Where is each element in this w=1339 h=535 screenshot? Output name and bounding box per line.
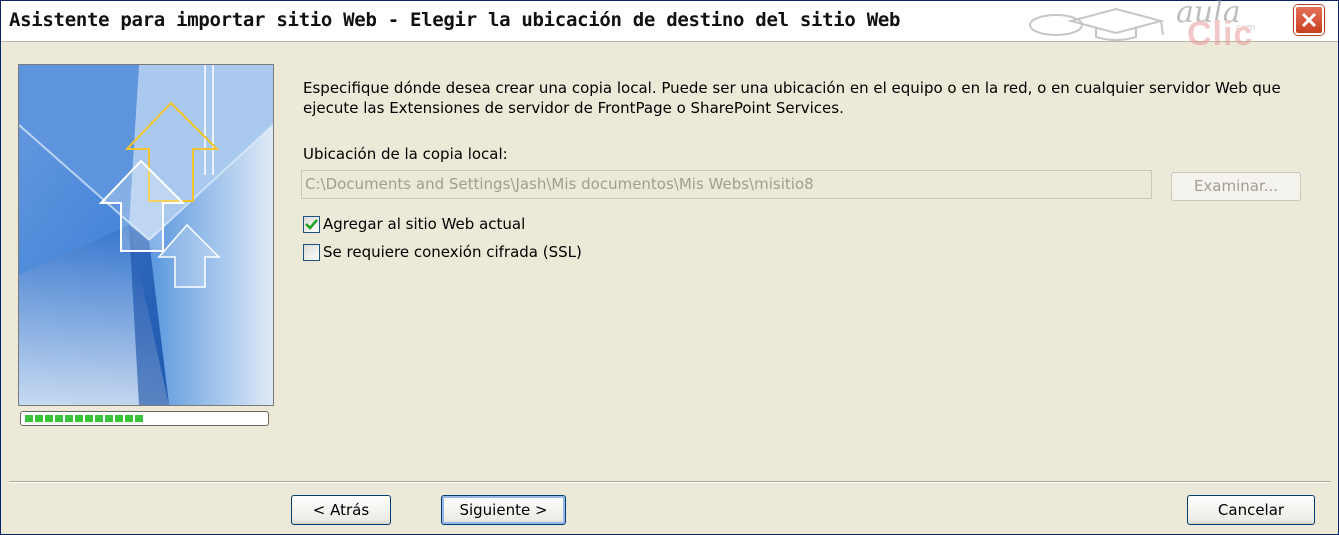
back-button[interactable]: < Atrás — [291, 495, 391, 525]
local-copy-location-input[interactable]: C:\Documents and Settings\Jash\Mis docum… — [301, 170, 1152, 199]
close-button[interactable] — [1294, 5, 1324, 35]
import-wizard-dialog: Asistente para importar sitio Web - Eleg… — [0, 0, 1339, 535]
add-to-current-site-label: Agregar al sitio Web actual — [323, 215, 526, 233]
window-title: Asistente para importar sitio Web - Eleg… — [9, 9, 901, 31]
location-label: Ubicación de la copia local: — [303, 145, 508, 163]
cancel-button[interactable]: Cancelar — [1187, 495, 1315, 525]
progress-fill — [25, 415, 145, 422]
checkmark-icon — [305, 218, 318, 230]
instructions-text: Especifique dónde desea crear una copia … — [303, 79, 1281, 117]
browse-button[interactable]: Examinar... — [1171, 172, 1301, 201]
require-ssl-label: Se requiere conexión cifrada (SSL) — [323, 243, 582, 261]
mouse-graduation-cap-icon — [1029, 7, 1165, 41]
next-button[interactable]: Siguiente > — [441, 495, 566, 525]
watermark-clic-text: Clic — [1187, 15, 1254, 53]
button-separator — [9, 481, 1331, 483]
wizard-progress-bar — [20, 411, 269, 426]
require-ssl-option[interactable]: Se requiere conexión cifrada (SSL) — [303, 242, 582, 262]
aulaclic-watermark-logo: aula com Clic — [1011, 0, 1276, 53]
add-to-current-site-checkbox[interactable] — [303, 215, 320, 233]
add-to-current-site-option[interactable]: Agregar al sitio Web actual — [303, 214, 525, 234]
title-bar[interactable]: Asistente para importar sitio Web - Eleg… — [1, 0, 1338, 53]
require-ssl-checkbox[interactable] — [303, 243, 320, 261]
wizard-illustration — [18, 64, 274, 406]
close-icon — [1301, 12, 1317, 28]
